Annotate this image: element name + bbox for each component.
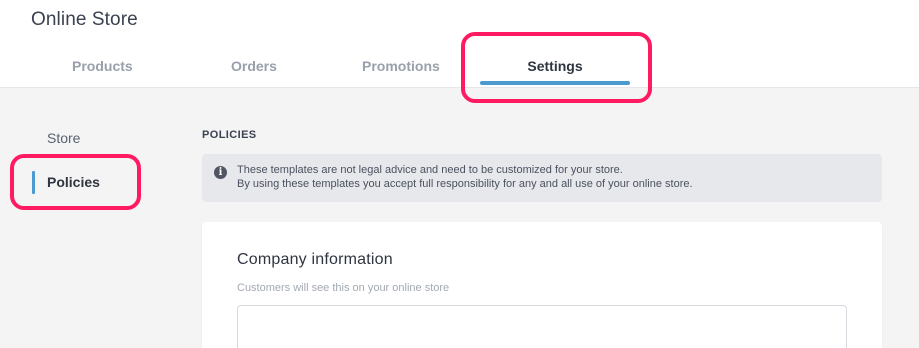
sidebar-active-indicator (32, 171, 35, 194)
tab-settings[interactable]: Settings (480, 58, 630, 74)
active-tab-indicator (480, 81, 630, 85)
tab-promotions[interactable]: Promotions (362, 58, 440, 74)
legal-notice: i These templates are not legal advice a… (202, 154, 882, 202)
card-title: Company information (237, 251, 393, 268)
company-information-input[interactable] (237, 305, 847, 348)
card-subtitle: Customers will see this on your online s… (237, 282, 450, 294)
info-icon: i (214, 166, 227, 179)
top-header: Online Store Products Orders Promotions … (0, 0, 919, 88)
sidebar-item-store[interactable]: Store (47, 130, 80, 146)
notice-line-1: These templates are not legal advice and… (237, 164, 623, 176)
app-title: Online Store (31, 9, 138, 30)
sidebar-item-policies[interactable]: Policies (47, 174, 100, 190)
tab-products[interactable]: Products (72, 58, 133, 74)
section-title: POLICIES (202, 129, 257, 141)
notice-line-2: By using these templates you accept full… (237, 178, 693, 190)
tab-orders[interactable]: Orders (231, 58, 277, 74)
company-information-card: Company information Customers will see t… (202, 222, 882, 348)
